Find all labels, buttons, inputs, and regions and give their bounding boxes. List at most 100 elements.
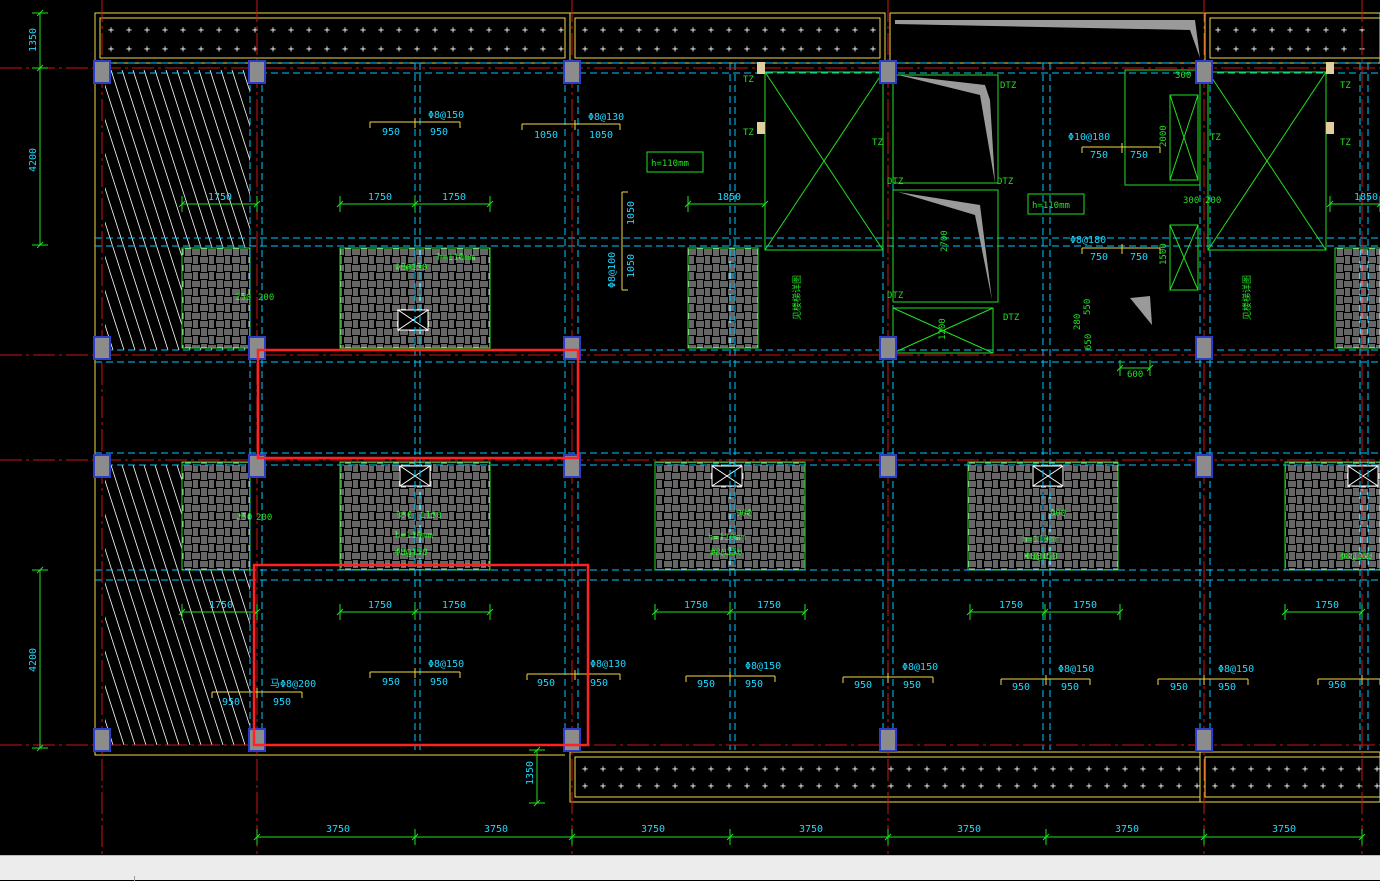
column-5[interactable] bbox=[93, 336, 111, 360]
rebar-label-b2: Φ8@130 bbox=[590, 659, 626, 670]
plus-mark: + bbox=[1266, 764, 1272, 775]
plus-mark: + bbox=[600, 764, 606, 775]
plus-mark: + bbox=[1233, 25, 1239, 36]
dim-1150: 1150 bbox=[420, 511, 442, 521]
plus-mark: + bbox=[978, 781, 984, 792]
column-0[interactable] bbox=[93, 60, 111, 84]
plus-mark: + bbox=[762, 44, 768, 55]
rebar-len-1a: 950 bbox=[382, 127, 400, 138]
rebar-len-750-d: 750 bbox=[1130, 252, 1148, 263]
plus-mark: + bbox=[306, 25, 312, 36]
bay-dim-6: 3750 bbox=[1115, 824, 1139, 835]
rebar-len-b6b: 950 bbox=[1218, 682, 1236, 693]
plus-mark: + bbox=[852, 781, 858, 792]
plus-mark: + bbox=[906, 781, 912, 792]
dim-1850-b: 1850 bbox=[1354, 192, 1378, 203]
plus-mark: + bbox=[414, 25, 420, 36]
column-4[interactable] bbox=[1195, 60, 1213, 84]
plus-mark: + bbox=[870, 25, 876, 36]
plus-mark: + bbox=[450, 44, 456, 55]
column-15[interactable] bbox=[93, 728, 111, 752]
plus-mark: + bbox=[1302, 764, 1308, 775]
plus-mark: + bbox=[468, 25, 474, 36]
plus-mark: + bbox=[636, 25, 642, 36]
plus-mark: + bbox=[690, 764, 696, 775]
dim-1050-vert-b: 1050 bbox=[626, 254, 637, 278]
plus-mark: + bbox=[960, 781, 966, 792]
plus-mark: + bbox=[1284, 764, 1290, 775]
plus-mark: + bbox=[108, 44, 114, 55]
plus-mark: + bbox=[852, 764, 858, 775]
plus-mark: + bbox=[1122, 781, 1128, 792]
dim-200-c: 200 bbox=[256, 513, 272, 523]
plus-mark: + bbox=[1176, 781, 1182, 792]
plus-mark: + bbox=[798, 781, 804, 792]
plus-mark: + bbox=[816, 764, 822, 775]
column-2[interactable] bbox=[563, 60, 581, 84]
plus-mark: + bbox=[198, 25, 204, 36]
plus-mark: + bbox=[942, 781, 948, 792]
plus-mark: + bbox=[1215, 25, 1221, 36]
plus-mark: + bbox=[486, 25, 492, 36]
plus-mark: + bbox=[978, 764, 984, 775]
dim-300-b: 300 bbox=[1183, 196, 1199, 206]
column-3[interactable] bbox=[879, 60, 897, 84]
plus-mark: + bbox=[1104, 781, 1110, 792]
plus-mark: + bbox=[1305, 25, 1311, 36]
column-14[interactable] bbox=[1195, 454, 1213, 478]
floor-plan-drawing[interactable]: + + + + + + + + + + + + + + + + + + + + + + + + + + + + + + + + + + + + + + + +… bbox=[0, 0, 1380, 855]
rebar-len-b2b: 950 bbox=[590, 678, 608, 689]
plus-mark: + bbox=[996, 781, 1002, 792]
plus-mark: + bbox=[234, 25, 240, 36]
plus-mark: + bbox=[1215, 44, 1221, 55]
cad-drawing-viewport[interactable]: + + + + + + + + + + + + + + + + + + + + + + + + + + + + + + + + + + + + + + + +… bbox=[0, 0, 1380, 855]
column-18[interactable] bbox=[879, 728, 897, 752]
plus-mark: + bbox=[870, 44, 876, 55]
tz-4: TZ bbox=[1340, 81, 1351, 91]
plus-mark: + bbox=[636, 44, 642, 55]
column-17[interactable] bbox=[563, 728, 581, 752]
plus-mark: + bbox=[960, 764, 966, 775]
dim-600: 600 bbox=[1127, 370, 1143, 380]
dim-300-a: 300 bbox=[1175, 71, 1191, 81]
column-13[interactable] bbox=[879, 454, 897, 478]
column-10[interactable] bbox=[93, 454, 111, 478]
rebar-len-b5b: 950 bbox=[1061, 682, 1079, 693]
plus-mark: + bbox=[1050, 764, 1056, 775]
plus-mark: + bbox=[432, 25, 438, 36]
plus-mark: + bbox=[1251, 44, 1257, 55]
plus-mark: + bbox=[618, 781, 624, 792]
plus-mark: + bbox=[414, 44, 420, 55]
plus-mark: + bbox=[1032, 781, 1038, 792]
dim-1200: 1200 bbox=[938, 318, 948, 340]
plus-mark: + bbox=[726, 781, 732, 792]
plus-mark: + bbox=[234, 44, 240, 55]
plus-mark: + bbox=[216, 25, 222, 36]
plus-mark: + bbox=[852, 44, 858, 55]
column-1[interactable] bbox=[248, 60, 266, 84]
dim-1500: 1500 bbox=[1159, 243, 1169, 265]
dim-350: 350 bbox=[396, 511, 412, 521]
rebar-len-b1b: 950 bbox=[430, 677, 448, 688]
column-19[interactable] bbox=[1195, 728, 1213, 752]
plus-mark: + bbox=[816, 781, 822, 792]
column-16[interactable] bbox=[248, 728, 266, 752]
dim-2000: 2000 bbox=[1159, 125, 1169, 147]
plus-mark: + bbox=[708, 781, 714, 792]
plus-mark: + bbox=[618, 25, 624, 36]
plus-mark: + bbox=[780, 781, 786, 792]
plus-mark: + bbox=[708, 764, 714, 775]
plus-mark: + bbox=[1230, 781, 1236, 792]
plus-mark: + bbox=[1269, 44, 1275, 55]
column-9[interactable] bbox=[1195, 336, 1213, 360]
plus-mark: + bbox=[558, 44, 564, 55]
plus-mark: + bbox=[288, 25, 294, 36]
plus-mark: + bbox=[1086, 781, 1092, 792]
plus-mark: + bbox=[1194, 781, 1200, 792]
bay-dim-5: 3750 bbox=[957, 824, 981, 835]
plus-mark: + bbox=[1050, 781, 1056, 792]
plus-mark: + bbox=[888, 764, 894, 775]
plus-mark: + bbox=[726, 764, 732, 775]
column-8[interactable] bbox=[879, 336, 897, 360]
dim-200-a: 200 bbox=[1205, 196, 1221, 206]
